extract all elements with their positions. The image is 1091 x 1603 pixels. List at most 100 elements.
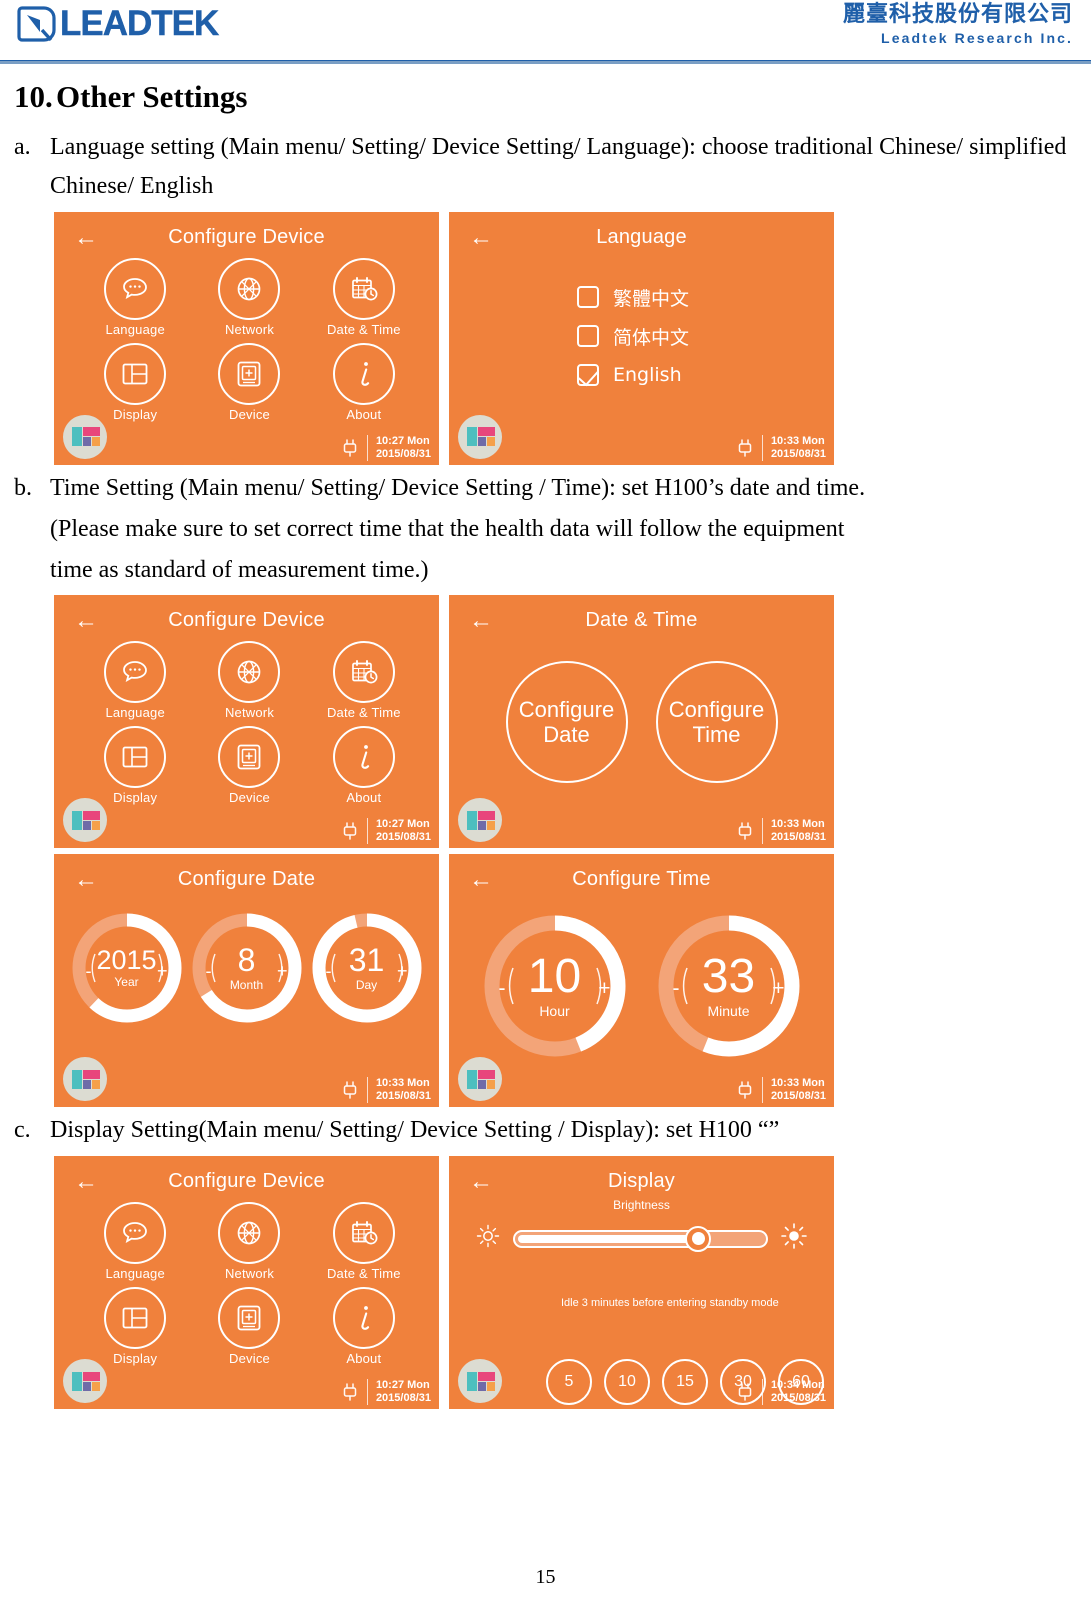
hour-decrement-button[interactable]: -	[499, 978, 506, 999]
date-time-buttons: Configure Date Configure Time	[449, 661, 834, 784]
menu-item-about[interactable]: About	[307, 726, 421, 805]
home-button[interactable]	[63, 798, 107, 843]
status-date: 2015/08/31	[770, 831, 826, 844]
device-screen-date-time: ← Date & Time Configure Date Configure T…	[449, 595, 834, 849]
month-increment-button[interactable]: +	[277, 962, 288, 980]
menu-item-label: About	[346, 1351, 382, 1367]
menu-item-display[interactable]: Display	[78, 726, 192, 805]
status-date: 2015/08/31	[770, 1392, 826, 1405]
home-grid-icon	[467, 810, 495, 830]
menu-item-label: About	[346, 406, 382, 422]
day-ring-picker[interactable]: 31 Day - +	[309, 910, 425, 1026]
menu-item-display[interactable]: Display	[78, 1287, 192, 1366]
menu-item-device[interactable]: Device	[192, 726, 306, 805]
configure-date-button[interactable]: Configure Date	[505, 661, 628, 784]
menu-item-network[interactable]: Network	[192, 1202, 306, 1281]
plug-icon	[341, 1080, 359, 1100]
status-time: 10:33 Mon	[770, 434, 825, 447]
device-plus-icon	[218, 726, 281, 789]
home-button[interactable]	[458, 798, 502, 843]
year-ring-picker[interactable]: 2015 Year - +	[69, 910, 185, 1026]
home-grid-icon	[467, 1069, 495, 1089]
device-screen-configure-device-1: ← Configure Device Language Network Date…	[54, 211, 439, 465]
screenshot-row-datetime-bottom: ← Configure Date 2015 Year - + 8 Month -…	[54, 854, 1073, 1108]
day-increment-button[interactable]: +	[397, 962, 408, 980]
device-screen-configure-date: ← Configure Date 2015 Year - + 8 Month -…	[54, 854, 439, 1108]
home-grid-icon	[467, 1371, 495, 1391]
speech-bubble-icon	[104, 641, 167, 704]
configure-time-line1: Configure	[668, 696, 765, 722]
checkbox-unchecked-icon[interactable]	[577, 325, 599, 348]
calendar-clock-icon	[332, 257, 395, 320]
menu-item-label: Network	[224, 705, 275, 721]
menu-item-date-time[interactable]: Date & Time	[307, 641, 421, 720]
home-button[interactable]	[458, 1057, 502, 1102]
sun-low-icon	[475, 1223, 501, 1254]
status-timestamp: 10:33 Mon 2015/08/31	[376, 1077, 431, 1103]
configure-date-line2: Date	[543, 722, 590, 748]
page-title: 10. Other Settings	[14, 79, 1073, 114]
menu-item-language[interactable]: Language	[78, 1202, 192, 1281]
checkbox-checked-icon[interactable]	[577, 364, 599, 387]
menu-item-device[interactable]: Device	[192, 342, 306, 422]
menu-item-date-time[interactable]: Date & Time	[307, 257, 421, 337]
minute-decrement-button[interactable]: -	[673, 978, 680, 999]
hour-increment-button[interactable]: +	[598, 978, 610, 999]
language-option-english[interactable]: English	[577, 356, 689, 395]
calendar-clock-icon	[332, 641, 395, 704]
year-increment-button[interactable]: +	[157, 962, 168, 980]
menu-item-date-time[interactable]: Date & Time	[307, 1202, 421, 1281]
menu-item-network[interactable]: Network	[192, 257, 306, 337]
status-time: 10:34 Mon	[770, 1379, 825, 1392]
month-ring-picker[interactable]: 8 Month - +	[189, 910, 305, 1026]
standby-timer-5[interactable]: 5	[546, 1359, 592, 1406]
list-marker-a: a.	[14, 134, 31, 161]
menu-item-device[interactable]: Device	[192, 1287, 306, 1366]
status-time: 10:27 Mon	[375, 434, 430, 447]
day-decrement-button[interactable]: -	[326, 962, 332, 980]
month-value: 8	[237, 942, 256, 979]
language-option-list: 繁體中文 简体中文 English	[577, 278, 689, 395]
info-italic-icon	[332, 1287, 395, 1350]
configure-time-button[interactable]: Configure Time	[655, 661, 778, 784]
home-button[interactable]	[63, 1057, 107, 1102]
language-option-label: 简体中文	[613, 326, 690, 349]
home-button[interactable]	[63, 414, 107, 459]
standby-description: Idle 3 minutes before entering standby m…	[561, 1297, 779, 1310]
menu-item-network[interactable]: Network	[192, 641, 306, 720]
home-button[interactable]	[458, 414, 502, 459]
plug-icon	[736, 438, 754, 458]
minute-ring-picker[interactable]: 33 Minute - +	[653, 910, 805, 1062]
standby-timer-10[interactable]: 10	[604, 1359, 650, 1406]
standby-timer-15[interactable]: 15	[662, 1359, 708, 1406]
screen-title: Configure Time	[572, 868, 711, 891]
language-option-traditional-chinese[interactable]: 繁體中文	[577, 278, 689, 317]
menu-item-display[interactable]: Display	[78, 342, 192, 422]
menu-item-label: Display	[113, 406, 158, 422]
day-unit-label: Day	[355, 977, 378, 992]
checkbox-unchecked-icon[interactable]	[577, 286, 599, 309]
menu-item-language[interactable]: Language	[78, 257, 192, 337]
status-date: 2015/08/31	[375, 831, 431, 844]
hour-ring-picker[interactable]: 10 Hour - +	[479, 910, 631, 1062]
status-bar: 10:33 Mon 2015/08/31	[341, 1077, 431, 1104]
status-date: 2015/08/31	[770, 447, 826, 460]
home-button[interactable]	[63, 1359, 107, 1404]
month-decrement-button[interactable]: -	[206, 962, 212, 980]
menu-item-language[interactable]: Language	[78, 641, 192, 720]
day-value: 31	[348, 942, 385, 979]
language-option-simplified-chinese[interactable]: 简体中文	[577, 317, 689, 356]
brightness-slider-knob[interactable]	[685, 1225, 712, 1252]
home-grid-icon	[72, 1069, 100, 1089]
list-text-b-line2: (Please make sure to set correct time th…	[50, 515, 845, 542]
menu-item-label: Language	[105, 705, 165, 721]
status-timestamp: 10:33 Mon 2015/08/31	[771, 435, 826, 461]
menu-item-about[interactable]: About	[307, 342, 421, 422]
menu-item-about[interactable]: About	[307, 1287, 421, 1366]
year-decrement-button[interactable]: -	[86, 962, 92, 980]
brightness-slider[interactable]	[513, 1225, 768, 1252]
status-timestamp: 10:34 Mon 2015/08/31	[771, 1379, 826, 1405]
layout-display-icon	[104, 726, 167, 789]
minute-increment-button[interactable]: +	[772, 978, 784, 999]
status-date: 2015/08/31	[375, 447, 431, 460]
